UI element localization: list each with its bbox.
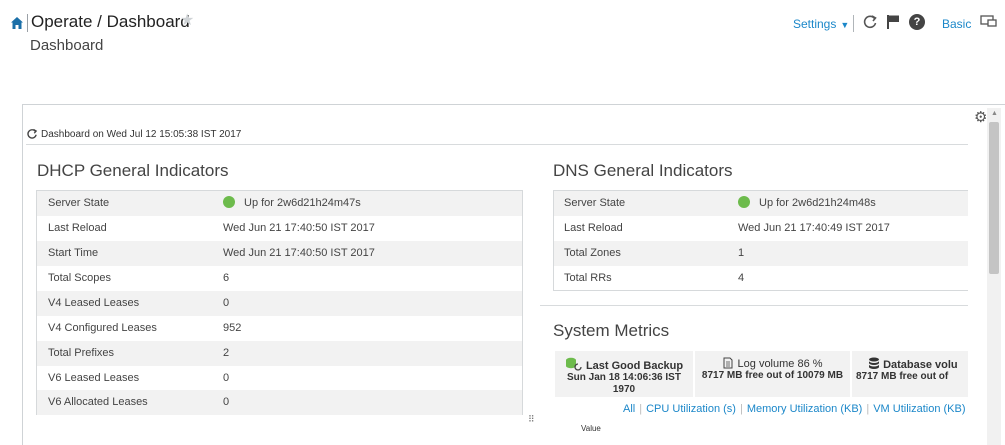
dns-title: DNS General Indicators bbox=[553, 161, 733, 180]
dhcp-title: DHCP General Indicators bbox=[37, 161, 229, 180]
row-label: Last Reload bbox=[48, 222, 107, 234]
row-label: Last Reload bbox=[564, 222, 623, 234]
divider bbox=[540, 305, 968, 306]
row-label: Total RRs bbox=[564, 272, 612, 284]
row-label: V6 Allocated Leases bbox=[48, 396, 148, 408]
settings-label: Settings bbox=[793, 17, 837, 31]
table-row: Total Prefixes 2 bbox=[37, 341, 522, 366]
backup-tile-title: Last Good Backup bbox=[585, 360, 684, 372]
table-row: Server State Up for 2w6d21h24m47s bbox=[37, 191, 522, 216]
flag-icon[interactable] bbox=[886, 14, 900, 30]
table-row: Last Reload Wed Jun 21 17:40:49 IST 2017 bbox=[554, 216, 968, 241]
table-row: V4 Leased Leases 0 bbox=[37, 291, 522, 316]
metrics-tiles: Last Good Backup Sun Jan 18 14:06:36 IST… bbox=[555, 351, 968, 397]
server-state-value: Up for 2w6d21h24m47s bbox=[244, 197, 361, 209]
row-value: Up for 2w6d21h24m47s bbox=[223, 196, 361, 209]
table-row: V6 Leased Leases 0 bbox=[37, 366, 522, 391]
row-value: 952 bbox=[223, 322, 242, 334]
backup-icon bbox=[565, 357, 582, 371]
db-tile-free: 8717 MB free out of bbox=[856, 371, 949, 382]
db-tile-head: Database volu bbox=[852, 357, 968, 371]
db-tile-title: Database volu bbox=[883, 359, 958, 371]
gear-icon[interactable]: ⚙ bbox=[974, 110, 987, 125]
metric-links: All | CPU Utilization (s) | Memory Utilizati… bbox=[623, 403, 966, 415]
table-row: Total RRs 4 bbox=[554, 266, 968, 291]
server-state-value: Up for 2w6d21h24m48s bbox=[759, 197, 876, 209]
basic-mode-link[interactable]: Basic bbox=[942, 17, 971, 31]
dashboard-timestamp: Dashboard on Wed Jul 12 15:05:38 IST 201… bbox=[26, 128, 241, 140]
resize-icon[interactable]: ⠿ bbox=[528, 414, 535, 425]
header-divider bbox=[853, 15, 854, 32]
row-value: Wed Jun 21 17:40:50 IST 2017 bbox=[223, 222, 375, 234]
row-label: V4 Configured Leases bbox=[48, 322, 157, 334]
row-value: 6 bbox=[223, 272, 230, 284]
status-up-icon bbox=[738, 196, 750, 208]
row-value: Up for 2w6d21h24m48s bbox=[738, 196, 876, 209]
row-value: 1 bbox=[738, 247, 745, 259]
refresh-icon[interactable] bbox=[862, 14, 878, 30]
table-row: V4 Configured Leases 952 bbox=[37, 316, 522, 341]
table-row: Total Zones 1 bbox=[554, 241, 968, 266]
chart-value-label: Value bbox=[581, 424, 601, 433]
database-volume-tile[interactable]: Database volu 8717 MB free out of bbox=[852, 351, 968, 397]
home-icon[interactable] bbox=[10, 16, 24, 30]
table-row: Server State Up for 2w6d21h24m48s bbox=[554, 191, 968, 216]
row-value: Wed Jun 21 17:40:50 IST 2017 bbox=[223, 247, 375, 259]
help-icon[interactable]: ? bbox=[909, 14, 925, 30]
metrics-title: System Metrics bbox=[553, 321, 670, 340]
row-label: Start Time bbox=[48, 247, 99, 259]
table-row: Total Scopes 6 bbox=[37, 266, 522, 291]
backup-tile-year: 1970 bbox=[612, 384, 636, 395]
row-label: V4 Leased Leases bbox=[48, 297, 140, 309]
chevron-down-icon: ▼ bbox=[840, 20, 850, 30]
backup-tile-head: Last Good Backup bbox=[555, 357, 693, 372]
log-tile-head: Log volume 86 % bbox=[695, 357, 850, 370]
dhcp-indicators-table: Server State Up for 2w6d21h24m47s Last R… bbox=[36, 190, 523, 415]
database-icon bbox=[869, 357, 879, 369]
table-row: Last Reload Wed Jun 21 17:40:50 IST 2017 bbox=[37, 216, 522, 241]
divider bbox=[26, 144, 968, 145]
top-header: Operate / Dashboard ★ Dashboard Settings… bbox=[0, 0, 1005, 64]
row-value: 0 bbox=[223, 372, 230, 384]
scroll-up-icon[interactable]: ▲ bbox=[991, 110, 998, 117]
dns-indicators-table: Server State Up for 2w6d21h24m48s Last R… bbox=[553, 190, 968, 291]
backup-tile-date: Sun Jan 18 14:06:36 IST bbox=[567, 372, 681, 383]
panel-scrollbar[interactable]: ▲ bbox=[987, 108, 1001, 445]
row-value: 4 bbox=[738, 272, 745, 284]
settings-menu[interactable]: Settings ▼ bbox=[793, 17, 849, 31]
dashboard-timestamp-text: Dashboard on Wed Jul 12 15:05:38 IST 201… bbox=[41, 129, 242, 140]
backup-tile[interactable]: Last Good Backup Sun Jan 18 14:06:36 IST… bbox=[555, 351, 693, 397]
row-label: Total Scopes bbox=[48, 272, 111, 284]
refresh-small-icon[interactable] bbox=[26, 128, 38, 140]
page-subtitle: Dashboard bbox=[30, 37, 104, 54]
row-value: 0 bbox=[223, 396, 230, 408]
status-up-icon bbox=[223, 196, 235, 208]
link-separator: | bbox=[639, 403, 643, 415]
link-separator: | bbox=[866, 403, 870, 415]
metric-link-vm[interactable]: VM Utilization (KB) bbox=[873, 403, 965, 415]
link-separator: | bbox=[739, 403, 743, 415]
table-row: V6 Allocated Leases 0 bbox=[37, 390, 522, 415]
row-value: 0 bbox=[223, 297, 230, 309]
star-icon[interactable]: ★ bbox=[180, 13, 194, 29]
row-label: Total Prefixes bbox=[48, 347, 115, 359]
row-label: Server State bbox=[48, 197, 110, 209]
row-value: Wed Jun 21 17:40:49 IST 2017 bbox=[738, 222, 890, 234]
table-row: Start Time Wed Jun 21 17:40:50 IST 2017 bbox=[37, 241, 522, 266]
row-label: V6 Leased Leases bbox=[48, 372, 140, 384]
log-volume-tile[interactable]: Log volume 86 % 8717 MB free out of 1007… bbox=[695, 351, 850, 397]
row-label: Server State bbox=[564, 197, 626, 209]
row-value: 2 bbox=[223, 347, 230, 359]
metric-link-memory[interactable]: Memory Utilization (KB) bbox=[747, 403, 863, 415]
row-label: Total Zones bbox=[564, 247, 621, 259]
log-icon bbox=[723, 357, 733, 369]
log-tile-free: 8717 MB free out of 10079 MB bbox=[701, 370, 844, 381]
breadcrumb: Operate / Dashboard bbox=[31, 12, 190, 31]
metric-link-all[interactable]: All bbox=[623, 403, 635, 415]
metric-link-cpu[interactable]: CPU Utilization (s) bbox=[646, 403, 736, 415]
monitor-icon[interactable] bbox=[980, 15, 998, 29]
log-tile-title: Log volume 86 % bbox=[737, 358, 823, 370]
breadcrumb-separator bbox=[27, 14, 28, 32]
scroll-thumb[interactable] bbox=[989, 122, 999, 274]
